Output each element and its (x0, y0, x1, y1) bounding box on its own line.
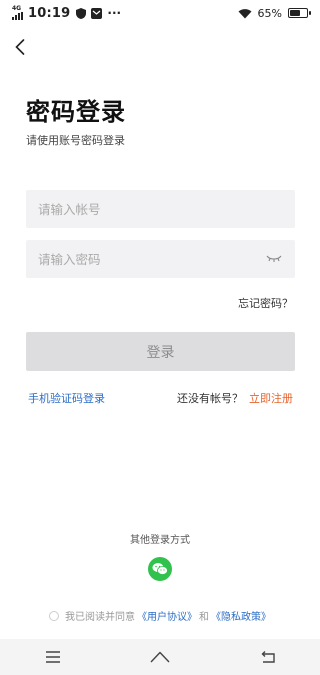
other-login-methods-label: 其他登录方式 (130, 535, 190, 546)
home-icon (150, 651, 170, 663)
shield-icon (75, 7, 86, 19)
wechat-icon (152, 563, 168, 575)
agreement-checkbox[interactable] (49, 610, 59, 621)
forgot-password-link[interactable]: 忘记密码？ (238, 295, 293, 311)
menu-nav-button[interactable] (33, 639, 73, 675)
back-arrow-icon (261, 651, 275, 663)
account-input[interactable] (38, 201, 283, 217)
battery-icon (288, 8, 311, 18)
system-nav-bar (0, 639, 320, 675)
chevron-left-icon (15, 39, 25, 55)
status-left: 4G 10:19 ··· (12, 6, 121, 21)
more-notifications-icon: ··· (107, 6, 122, 20)
page-title: 密码登录 (26, 98, 126, 126)
user-agreement-link[interactable]: 《用户协议》 (137, 608, 197, 623)
menu-icon (46, 651, 61, 663)
login-button[interactable]: 登录 (26, 332, 295, 371)
status-time: 10:19 (28, 5, 71, 21)
wechat-login-button[interactable] (148, 557, 172, 581)
wifi-icon (238, 8, 252, 19)
account-field[interactable] (26, 190, 295, 228)
privacy-policy-link[interactable]: 《隐私政策》 (211, 608, 271, 623)
sms-login-link[interactable]: 手机验证码登录 (28, 390, 105, 406)
page-subtitle: 请使用账号密码登录 (26, 134, 125, 147)
back-nav-button[interactable] (247, 639, 287, 675)
cellular-signal-icon: 4G (12, 6, 23, 20)
status-bar: 4G 10:19 ··· 65% (0, 0, 320, 26)
eye-closed-icon[interactable] (265, 253, 283, 265)
password-field[interactable] (26, 240, 295, 278)
register-row: 还没有帐号？ 立即注册 (177, 390, 293, 406)
battery-percent: 65% (257, 6, 282, 20)
status-right: 65% (238, 6, 311, 20)
register-link[interactable]: 立即注册 (249, 390, 293, 406)
agreement-row: 我已阅读并同意 《用户协议》 和 《隐私政策》 (0, 608, 320, 623)
home-nav-button[interactable] (140, 639, 180, 675)
password-input[interactable] (38, 251, 265, 267)
agreement-and: 和 (199, 612, 209, 623)
message-icon (91, 7, 103, 19)
no-account-label: 还没有帐号？ (177, 392, 243, 405)
back-button[interactable] (10, 36, 30, 58)
agreement-prefix: 我已阅读并同意 (65, 612, 135, 623)
